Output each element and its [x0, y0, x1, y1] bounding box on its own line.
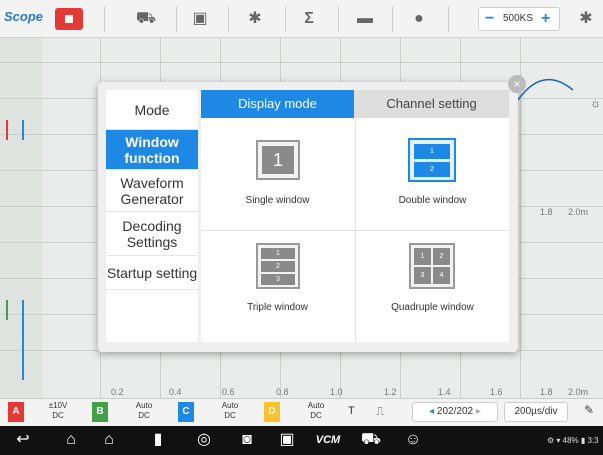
user-icon[interactable]: ☺ [400, 429, 426, 451]
browser-icon[interactable]: ◎ [191, 429, 217, 451]
page-navigator[interactable]: ◂ 202/202 ▸ [412, 402, 498, 422]
sigma-icon[interactable]: Σ [296, 8, 322, 30]
house-icon[interactable]: ⌂ [96, 429, 122, 451]
settings-menu: Mode Window function Waveform Generator … [106, 90, 198, 342]
sample-rate-value: 500KS [503, 13, 534, 24]
app-logo: Scope [4, 9, 44, 24]
menu-item-window-function[interactable]: Window function [106, 130, 198, 170]
menu-item-mode[interactable]: Mode [106, 90, 198, 130]
channel-b-settings[interactable]: Auto DC [126, 401, 162, 421]
waveform-trace [518, 78, 574, 101]
car-icon[interactable]: ⛟ [133, 8, 159, 30]
gear-icon[interactable]: ✱ [242, 8, 268, 30]
channel-a-button[interactable]: A [8, 402, 24, 422]
tab-channel-setting[interactable]: Channel setting [354, 90, 509, 118]
double-window-option[interactable]: 1 2 Double window [356, 118, 509, 229]
stop-button[interactable] [55, 8, 83, 30]
help-icon[interactable]: ● [406, 8, 432, 30]
menu-item-startup-setting[interactable]: Startup setting [106, 256, 198, 290]
pulse-icon[interactable]: ⎍ [376, 404, 384, 419]
quadruple-window-label: Quadruple window [391, 302, 474, 313]
recent-apps-icon[interactable]: ▮ [145, 429, 171, 451]
sample-rate-control[interactable]: − 500KS + [478, 7, 560, 31]
folder-icon[interactable]: ▬ [352, 8, 378, 30]
trigger-button[interactable]: T [348, 405, 355, 417]
settings-icon[interactable]: ✱ [573, 8, 599, 30]
quadruple-window-option[interactable]: 1 2 3 4 Quadruple window [356, 231, 509, 342]
y-axis-panel [0, 38, 42, 398]
bulb-icon[interactable]: ☼ [590, 96, 601, 110]
system-nav-bar [0, 426, 603, 455]
home-icon[interactable]: ⌂ [58, 429, 84, 451]
channel-b-button[interactable]: B [92, 402, 108, 422]
channel-d-settings[interactable]: Auto DC [298, 401, 334, 421]
increase-rate-button[interactable]: + [541, 8, 550, 30]
tab-display-mode[interactable]: Display mode [201, 90, 354, 118]
single-window-option[interactable]: 1 Single window [201, 118, 354, 229]
screen-capture-icon[interactable]: ▣ [274, 429, 300, 451]
channel-a-settings[interactable]: ±10V DC [40, 401, 76, 421]
screenshot-icon[interactable]: ▣ [187, 8, 213, 30]
vci-icon[interactable]: VCM [315, 429, 341, 451]
close-icon[interactable]: × [508, 75, 526, 93]
status-bar: ⚙ ▾ 48% ▮ 3:3 [547, 436, 599, 445]
menu-item-decoding-settings[interactable]: Decoding Settings [106, 212, 198, 256]
pen-icon[interactable]: ✎ [584, 403, 594, 417]
triple-window-option[interactable]: 1 2 3 Triple window [201, 231, 354, 342]
car-nav-icon[interactable]: ⛟ [358, 429, 384, 451]
decrease-rate-button[interactable]: − [485, 8, 494, 30]
single-window-label: Single window [245, 195, 310, 206]
timebase-control[interactable]: 200µs/div [504, 402, 568, 422]
channel-c-settings[interactable]: Auto DC [212, 401, 248, 421]
double-window-label: Double window [398, 195, 467, 206]
back-icon[interactable]: ↩ [10, 429, 36, 451]
camera-icon[interactable]: ◙ [234, 429, 260, 451]
menu-item-waveform-generator[interactable]: Waveform Generator [106, 170, 198, 212]
channel-d-button[interactable]: D [264, 402, 280, 422]
triple-window-label: Triple window [247, 302, 308, 313]
channel-c-button[interactable]: C [178, 402, 194, 422]
